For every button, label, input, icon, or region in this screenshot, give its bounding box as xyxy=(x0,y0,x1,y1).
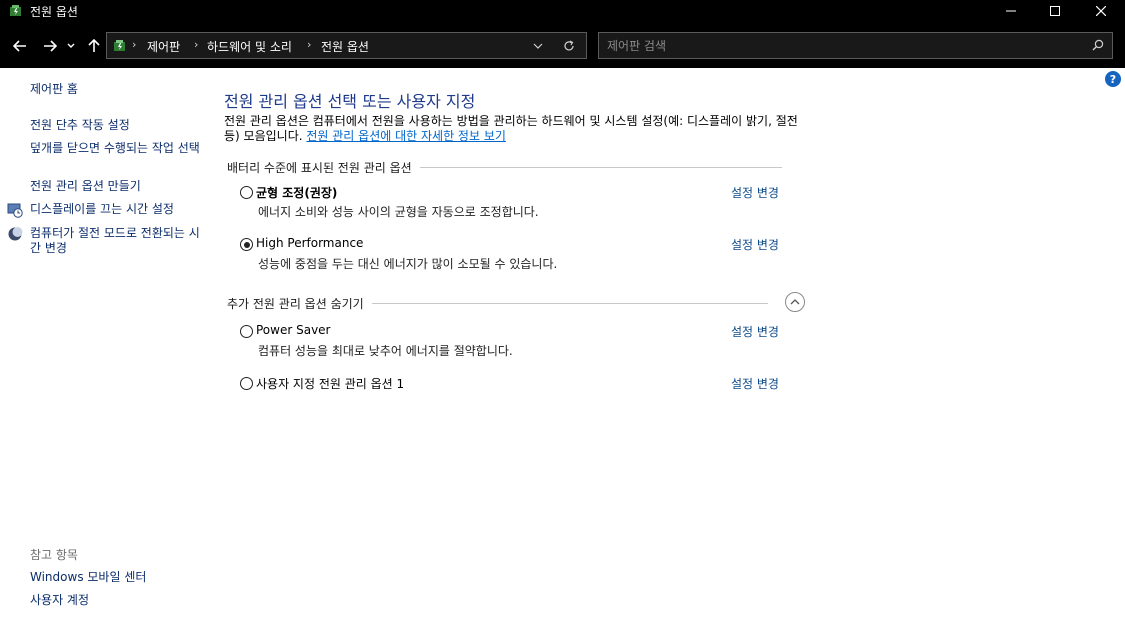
chevron-down-icon xyxy=(67,43,75,48)
breadcrumb-hardware-sound[interactable]: 하드웨어 및 소리 xyxy=(207,38,292,55)
sleep-moon-icon xyxy=(8,227,23,241)
sidebar: 제어판 홈 전원 단추 작동 설정 덮개를 닫으면 수행되는 작업 선택 전원 … xyxy=(0,68,205,628)
main-content: ? 전원 관리 옵션 선택 또는 사용자 지정 전원 관리 옵션은 컴퓨터에서 … xyxy=(205,68,1125,628)
plan-radio-power-saver[interactable] xyxy=(240,325,253,338)
breadcrumb-control-panel[interactable]: 제어판 xyxy=(147,38,180,55)
change-settings-link-custom-1[interactable]: 설정 변경 xyxy=(731,375,779,392)
title-bar: 전원 옵션 xyxy=(0,0,1125,22)
change-settings-link-power-saver[interactable]: 설정 변경 xyxy=(731,323,779,340)
address-bar[interactable]: › 제어판 › 하드웨어 및 소리 › 전원 옵션 xyxy=(106,32,587,59)
sidebar-item-mobility-center[interactable]: Windows 모바일 센터 xyxy=(30,570,200,585)
navigation-bar: › 제어판 › 하드웨어 및 소리 › 전원 옵션 xyxy=(0,22,1125,68)
power-options-icon xyxy=(10,5,21,16)
collapse-button[interactable] xyxy=(785,292,805,312)
battery-group-heading: 배터리 수준에 표시된 전원 관리 옵션 xyxy=(227,159,782,176)
chevron-up-icon xyxy=(790,299,800,305)
up-button[interactable] xyxy=(84,36,104,56)
help-button[interactable]: ? xyxy=(1105,71,1121,87)
plan-name-power-saver[interactable]: Power Saver xyxy=(256,323,330,337)
maximize-button[interactable] xyxy=(1032,0,1078,22)
maximize-icon xyxy=(1050,6,1060,16)
help-icon: ? xyxy=(1109,72,1117,86)
sidebar-item-sleep-time[interactable]: 컴퓨터가 절전 모드로 전환되는 시간 변경 xyxy=(30,226,200,256)
breadcrumb-power-options[interactable]: 전원 옵션 xyxy=(321,38,369,55)
battery-group-heading-text: 배터리 수준에 표시된 전원 관리 옵션 xyxy=(227,161,412,175)
sidebar-item-power-button-settings[interactable]: 전원 단추 작동 설정 xyxy=(30,118,200,133)
plan-name-custom-1[interactable]: 사용자 지정 전원 관리 옵션 1 xyxy=(256,375,404,392)
breadcrumb-separator: › xyxy=(132,38,137,51)
breadcrumb-separator: › xyxy=(307,38,312,51)
plan-name-balanced[interactable]: 균형 조정(권장) xyxy=(256,184,337,201)
recent-locations-button[interactable] xyxy=(64,36,78,56)
more-info-link[interactable]: 전원 관리 옵션에 대한 자세한 정보 보기 xyxy=(306,129,506,143)
divider xyxy=(371,303,768,304)
change-settings-link-high-performance[interactable]: 설정 변경 xyxy=(731,236,779,253)
refresh-icon xyxy=(564,40,574,51)
close-button[interactable] xyxy=(1078,0,1124,22)
chevron-down-icon xyxy=(533,43,543,49)
change-settings-link-balanced[interactable]: 설정 변경 xyxy=(731,184,779,201)
plan-radio-high-performance[interactable] xyxy=(240,238,253,251)
plan-description-high-performance: 성능에 중점을 두는 대신 에너지가 많이 소모될 수 있습니다. xyxy=(258,257,558,271)
page-description: 전원 관리 옵션은 컴퓨터에서 전원을 사용하는 방법을 관리하는 하드웨어 및… xyxy=(224,114,804,144)
display-clock-icon xyxy=(7,203,23,218)
address-history-button[interactable] xyxy=(528,38,548,54)
see-also-heading: 참고 항목 xyxy=(30,548,78,562)
search-input[interactable] xyxy=(607,37,1077,55)
sidebar-item-lid-close-action[interactable]: 덮개를 닫으면 수행되는 작업 선택 xyxy=(30,141,200,156)
sidebar-item-display-off-time[interactable]: 디스플레이를 끄는 시간 설정 xyxy=(30,202,200,217)
back-button[interactable] xyxy=(10,36,30,56)
plan-radio-custom-1[interactable] xyxy=(240,377,253,390)
minimize-icon xyxy=(1006,10,1016,12)
close-icon xyxy=(1096,6,1106,16)
search-icon[interactable] xyxy=(1092,39,1104,51)
plan-radio-balanced[interactable] xyxy=(240,186,253,199)
search-box xyxy=(598,32,1113,59)
additional-group-heading-text[interactable]: 추가 전원 관리 옵션 숨기기 xyxy=(227,295,364,312)
minimize-button[interactable] xyxy=(988,0,1034,22)
additional-group-heading: 추가 전원 관리 옵션 숨기기 xyxy=(227,295,768,312)
divider xyxy=(419,167,782,168)
window-title: 전원 옵션 xyxy=(30,5,78,19)
sidebar-item-user-accounts[interactable]: 사용자 계정 xyxy=(30,593,200,608)
control-panel-icon xyxy=(114,40,125,51)
arrow-left-icon xyxy=(13,40,26,52)
plan-description-balanced: 에너지 소비와 성능 사이의 균형을 자동으로 조정합니다. xyxy=(258,205,539,219)
page-title: 전원 관리 옵션 선택 또는 사용자 지정 xyxy=(224,92,476,111)
forward-button[interactable] xyxy=(40,36,60,56)
arrow-up-icon xyxy=(88,39,100,52)
sidebar-item-create-power-plan[interactable]: 전원 관리 옵션 만들기 xyxy=(30,179,200,194)
plan-description-power-saver: 컴퓨터 성능을 최대로 낮추어 에너지를 절약합니다. xyxy=(258,344,513,358)
breadcrumb-separator: › xyxy=(194,38,199,51)
refresh-button[interactable] xyxy=(559,37,579,55)
arrow-right-icon xyxy=(44,40,57,52)
plan-name-high-performance[interactable]: High Performance xyxy=(256,236,363,250)
sidebar-item-home[interactable]: 제어판 홈 xyxy=(30,82,200,97)
